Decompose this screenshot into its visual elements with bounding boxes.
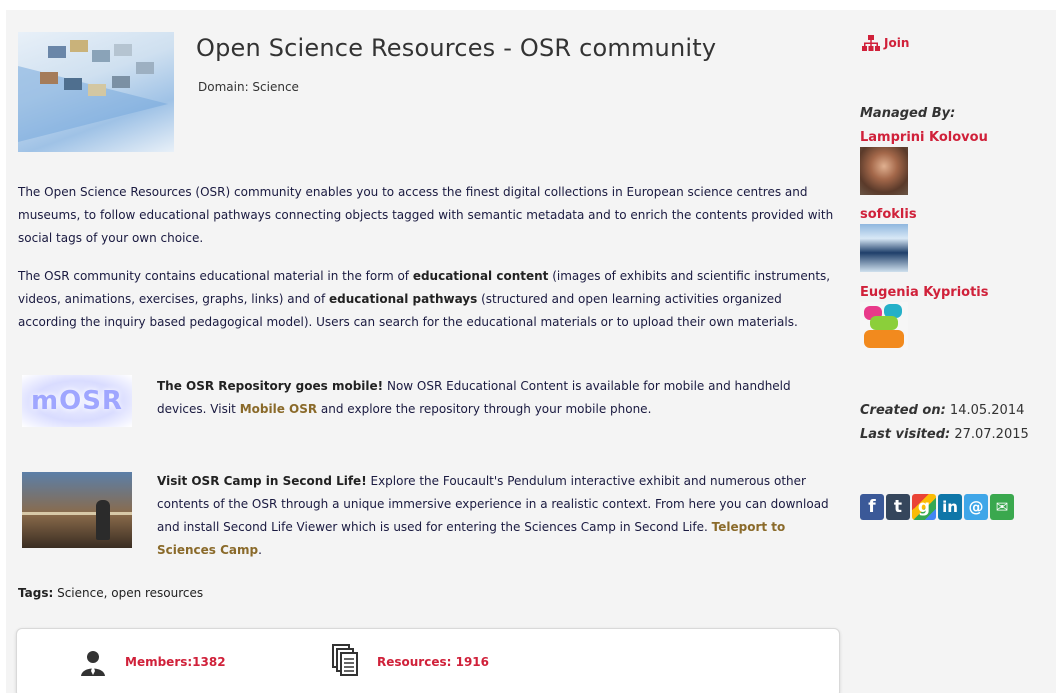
community-stats-bar: Members:1382 Resources: 1916	[16, 628, 840, 693]
description-paragraph-1: The Open Science Resources (OSR) communi…	[18, 185, 834, 245]
domain-label: Domain: Science	[198, 80, 299, 94]
avatar[interactable]	[860, 302, 908, 350]
community-sidebar: Join Managed By: Lamprini Kolovou sofokl…	[846, 10, 1056, 693]
created-date: Created on: 14.05.2014	[860, 403, 1025, 418]
resources-count[interactable]: Resources: 1916	[377, 655, 489, 669]
educational-content-term: educational content	[412, 269, 549, 283]
join-label: Join	[884, 36, 910, 50]
manager-link-2[interactable]: sofoklis	[860, 207, 917, 222]
manager-link-1[interactable]: Lamprini Kolovou	[860, 130, 988, 145]
resources-icon	[332, 644, 358, 676]
google-icon[interactable]: g	[912, 494, 936, 520]
community-main-panel: Open Science Resources - OSR community D…	[6, 10, 846, 693]
mobile-promo-headline: The OSR Repository goes mobile!	[157, 379, 384, 393]
tags-value: Science, open resources	[53, 586, 204, 600]
facebook-icon[interactable]: f	[860, 494, 884, 520]
members-icon	[81, 651, 105, 676]
linkedin-icon[interactable]: in	[938, 494, 962, 520]
last-visited-date: Last visited: 27.07.2015	[860, 427, 1029, 442]
sitemap-icon	[862, 35, 880, 51]
mobile-promo-text: The OSR Repository goes mobile! Now OSR …	[157, 379, 791, 416]
description-paragraph-2: The OSR community contains educational m…	[18, 269, 831, 329]
tumblr-icon[interactable]: t	[886, 494, 910, 520]
second-life-camp-image[interactable]	[22, 472, 132, 548]
avatar[interactable]	[860, 224, 908, 272]
manager-link-3[interactable]: Eugenia Kypriotis	[860, 285, 989, 300]
email-at-icon[interactable]: @	[964, 494, 988, 520]
mobile-osr-link[interactable]: Mobile OSR	[240, 402, 317, 416]
mail-envelope-icon[interactable]: ✉	[990, 494, 1014, 520]
page-title: Open Science Resources - OSR community	[196, 34, 717, 62]
avatar[interactable]	[860, 147, 908, 195]
social-share-bar: f t g in @ ✉	[860, 494, 1014, 520]
camp-promo-headline: Visit OSR Camp in Second Life!	[157, 474, 367, 488]
members-count[interactable]: Members:1382	[125, 655, 226, 669]
join-button[interactable]: Join	[862, 34, 909, 52]
tags-label: Tags:	[18, 586, 54, 600]
community-logo	[18, 32, 174, 152]
managed-by-heading: Managed By:	[860, 106, 956, 121]
educational-pathways-term: educational pathways	[329, 292, 478, 306]
tags-line: Tags: Science, open resources	[18, 586, 203, 600]
mobile-osr-banner[interactable]: mOSR	[22, 375, 132, 427]
camp-promo-text: Visit OSR Camp in Second Life! Explore t…	[157, 474, 829, 557]
